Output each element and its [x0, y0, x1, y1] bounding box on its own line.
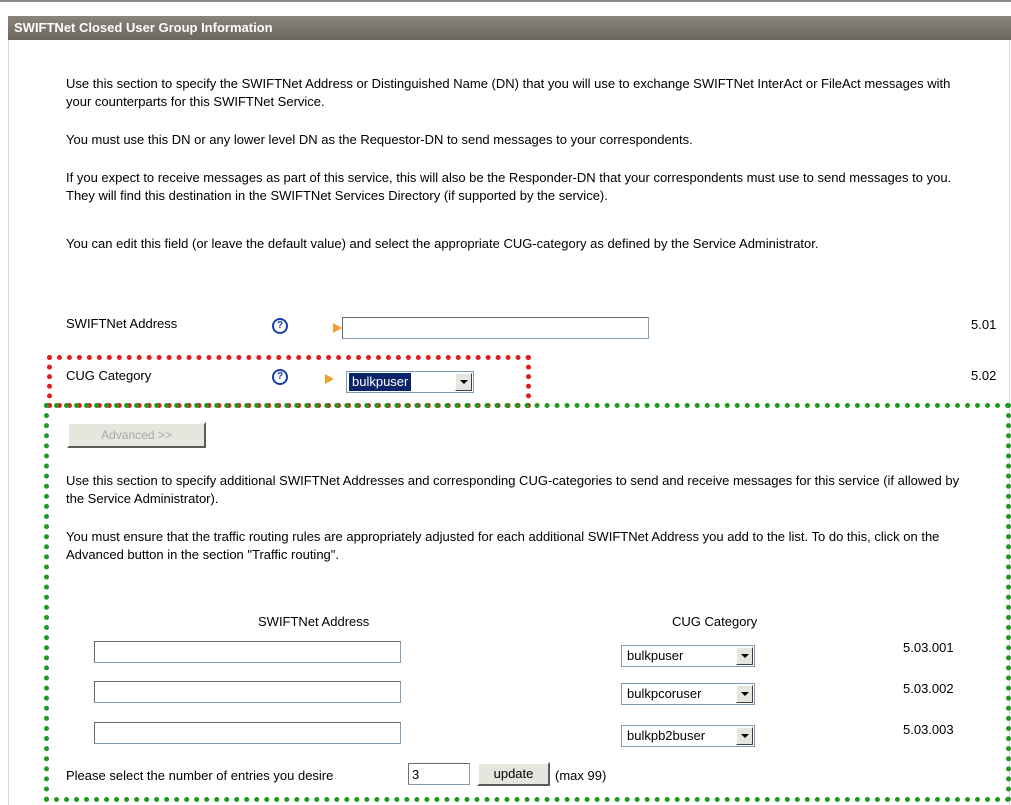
chevron-down-icon[interactable] — [736, 685, 753, 703]
help-icon[interactable]: ? — [272, 318, 288, 334]
swiftnet-address-input[interactable] — [342, 317, 649, 339]
advanced-button[interactable]: Advanced >> — [67, 422, 206, 448]
column-header-cug: CUG Category — [672, 614, 758, 629]
update-button[interactable]: update — [477, 762, 550, 786]
additional-row-ref: 5.03.001 — [903, 640, 954, 655]
additional-cug-select[interactable]: bulkpuser — [621, 645, 755, 667]
advanced-paragraph-1: Use this section to specify additional S… — [66, 473, 960, 506]
required-arrow-icon — [333, 323, 342, 333]
additional-address-input[interactable] — [94, 641, 401, 663]
advanced-paragraph-2: You must ensure that the traffic routing… — [66, 529, 940, 562]
additional-cug-select[interactable]: bulkpb2buser — [621, 725, 755, 747]
help-icon-glyph: ? — [276, 320, 284, 331]
additional-address-input[interactable] — [94, 722, 401, 744]
section-title: SWIFTNet Closed User Group Information — [14, 20, 273, 35]
top-rule — [0, 0, 1011, 5]
additional-cug-value: bulkpcoruser — [627, 686, 702, 701]
intro-paragraph-4: You can edit this field (or leave the de… — [66, 236, 819, 251]
cug-category-ref: 5.02 — [971, 368, 997, 383]
entries-count-input[interactable] — [408, 763, 470, 785]
column-header-address: SWIFTNet Address — [258, 614, 370, 629]
additional-cug-value: bulkpuser — [627, 648, 684, 663]
additional-cug-select[interactable]: bulkpcoruser — [621, 683, 755, 705]
swiftnet-address-label: SWIFTNet Address — [66, 316, 178, 331]
max-entries-note: (max 99) — [555, 768, 607, 783]
additional-cug-value: bulkpb2buser — [627, 728, 706, 743]
chevron-down-icon[interactable] — [736, 727, 753, 745]
intro-paragraph-1: Use this section to specify the SWIFTNet… — [66, 76, 951, 109]
additional-row-ref: 5.03.002 — [903, 681, 954, 696]
entries-prompt: Please select the number of entries you … — [66, 768, 334, 783]
red-highlight-box — [47, 355, 531, 408]
intro-paragraph-2: You must use this DN or any lower level … — [66, 132, 693, 147]
chevron-down-icon[interactable] — [736, 647, 753, 665]
section-title-bar: SWIFTNet Closed User Group Information — [8, 16, 1011, 40]
swiftnet-address-ref: 5.01 — [971, 317, 997, 332]
intro-paragraph-3: If you expect to receive messages as par… — [66, 170, 952, 203]
additional-address-input[interactable] — [94, 681, 401, 703]
additional-row-ref: 5.03.003 — [903, 722, 954, 737]
